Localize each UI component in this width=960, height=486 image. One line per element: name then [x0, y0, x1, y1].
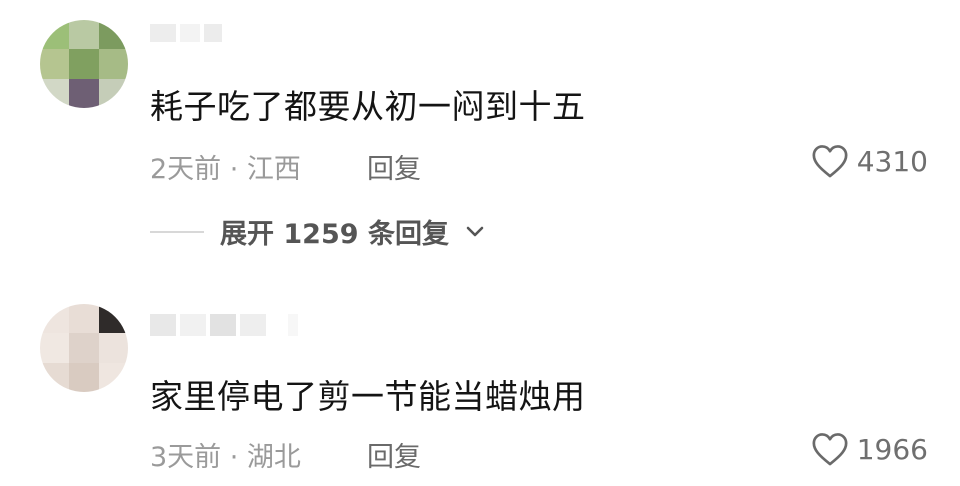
reply-button[interactable]: 回复 [367, 435, 421, 474]
username[interactable] [150, 314, 298, 336]
like-button[interactable]: 1966 [811, 431, 928, 467]
comment-text: 家里停电了剪一节能当蜡烛用 [150, 377, 586, 416]
comment-item: 家里停电了剪一节能当蜡烛用 3天前 · 湖北 回复 1966 [0, 0, 960, 486]
heart-outline-icon [812, 433, 848, 466]
avatar[interactable] [40, 304, 128, 392]
like-count: 1966 [856, 432, 928, 466]
comment-meta: 3天前 · 湖北 [150, 442, 301, 473]
